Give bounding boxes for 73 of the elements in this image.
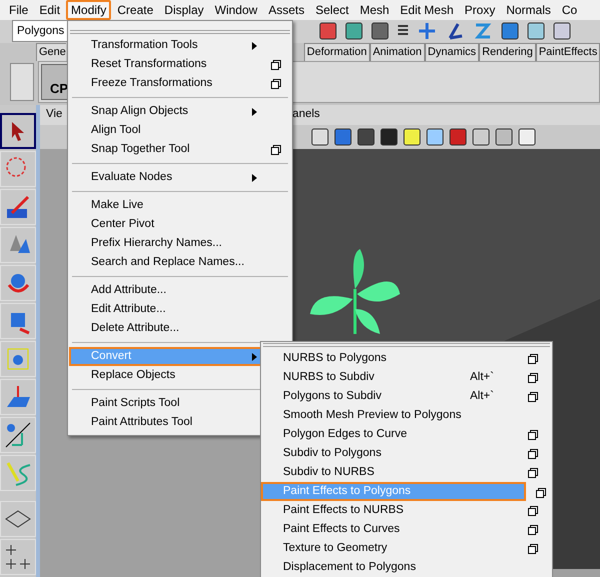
option-box-icon[interactable] — [271, 144, 281, 154]
menu-item[interactable]: Paint Effects to Curves — [261, 520, 552, 539]
menu-item[interactable]: Smooth Mesh Preview to Polygons — [261, 406, 552, 425]
submenu-arrow-icon — [252, 108, 257, 116]
four-view-icon[interactable] — [0, 539, 36, 575]
shortcut-label: Alt+` — [470, 388, 495, 404]
menu-bar-item[interactable]: Co — [556, 0, 582, 20]
menu-item[interactable]: Subdiv to Polygons — [261, 444, 552, 463]
option-box-icon[interactable] — [528, 448, 538, 458]
menu-item[interactable]: Prefix Hierarchy Names... — [69, 234, 291, 253]
menu-bar-item[interactable]: Display — [159, 0, 209, 20]
menu-item[interactable]: Delete Attribute... — [69, 319, 291, 338]
menu-item[interactable]: Make Live — [69, 196, 291, 215]
menu-bar-item[interactable]: Edit Mesh — [395, 0, 459, 20]
manipulator-icon[interactable] — [0, 341, 36, 377]
menu-item[interactable]: Polygons to Subdiv Alt+` — [261, 387, 552, 406]
menu-bar-item[interactable]: Select — [310, 0, 354, 20]
soft-modify-icon[interactable] — [0, 379, 36, 415]
option-box-icon[interactable] — [271, 60, 281, 70]
panel-menu-item[interactable]: anels — [292, 106, 320, 124]
rotate-icon[interactable] — [0, 265, 36, 301]
menu-item[interactable]: Transformation Tools — [69, 36, 291, 55]
move-icon[interactable] — [0, 227, 36, 263]
option-box-icon[interactable] — [528, 354, 538, 364]
menu-item[interactable]: Edit Attribute... — [69, 300, 291, 319]
menu-item[interactable]: Paint Effects to NURBS — [261, 501, 552, 520]
menu-bar-item[interactable]: Create — [112, 0, 158, 20]
option-box-icon[interactable] — [271, 78, 281, 88]
panel-menu-item[interactable]: Vie — [46, 106, 62, 124]
shelf-tab[interactable]: Dynamics — [424, 42, 480, 61]
option-box-icon[interactable] — [528, 468, 538, 478]
option-box-icon[interactable] — [536, 488, 546, 498]
menu-bar-item[interactable]: Edit — [34, 0, 66, 20]
option-box-icon[interactable] — [528, 392, 538, 402]
shelf-tab[interactable]: Gene — [36, 42, 66, 61]
shelf-tab[interactable]: Animation — [370, 42, 425, 61]
menu-item[interactable]: Displacement to Polygons — [261, 558, 552, 577]
paint-select-icon[interactable] — [0, 189, 36, 225]
menu-bar-item[interactable]: Proxy — [460, 0, 500, 20]
menu-bar-item[interactable]: Normals — [501, 0, 556, 20]
menu-bar-item[interactable]: Modify — [66, 0, 112, 20]
single-view-icon[interactable] — [0, 501, 36, 537]
option-box-icon[interactable] — [528, 506, 538, 516]
menu-item[interactable]: Snap Together Tool — [69, 140, 291, 159]
shelf-tab[interactable]: PaintEffects — [536, 42, 600, 61]
menu-item[interactable]: Align Tool — [69, 121, 291, 140]
option-box-icon[interactable] — [528, 430, 538, 440]
menu-item[interactable]: Texture to Geometry — [261, 539, 552, 558]
shelf-tab[interactable]: Deformation — [304, 42, 370, 61]
menu-item[interactable]: Search and Replace Names... — [69, 253, 291, 272]
option-box-icon[interactable] — [528, 372, 538, 382]
submenu-arrow-icon — [252, 352, 257, 360]
menu-item[interactable]: Center Pivot — [69, 215, 291, 234]
lasso-icon[interactable] — [0, 151, 36, 187]
menu-bar-item[interactable]: Assets — [263, 0, 310, 20]
menu-bar-item[interactable]: Mesh — [354, 0, 394, 20]
submenu-arrow-icon — [252, 42, 257, 50]
menu-item[interactable]: Subdiv to NURBS — [261, 463, 552, 482]
scale-icon[interactable] — [0, 303, 36, 339]
axis-icon[interactable] — [0, 417, 36, 453]
menu-bar-item[interactable]: File — [4, 0, 34, 20]
menu-item[interactable]: Snap Align Objects — [69, 102, 291, 121]
shelf-menu-button[interactable] — [10, 62, 34, 101]
option-box-icon[interactable] — [528, 544, 538, 554]
shelf-tab[interactable]: Rendering — [479, 42, 536, 61]
menu-bar-item[interactable]: Window — [210, 0, 262, 20]
shortcut-label: Alt+` — [470, 370, 495, 385]
option-box-icon[interactable] — [528, 524, 538, 534]
submenu-arrow-icon — [252, 174, 257, 182]
menu-item[interactable]: Evaluate Nodes — [69, 168, 291, 187]
menu-item[interactable]: Polygon Edges to Curve — [261, 425, 552, 444]
menu-item[interactable]: Add Attribute... — [69, 281, 291, 300]
menu-item[interactable]: NURBS to Subdiv Alt+` — [261, 368, 552, 387]
